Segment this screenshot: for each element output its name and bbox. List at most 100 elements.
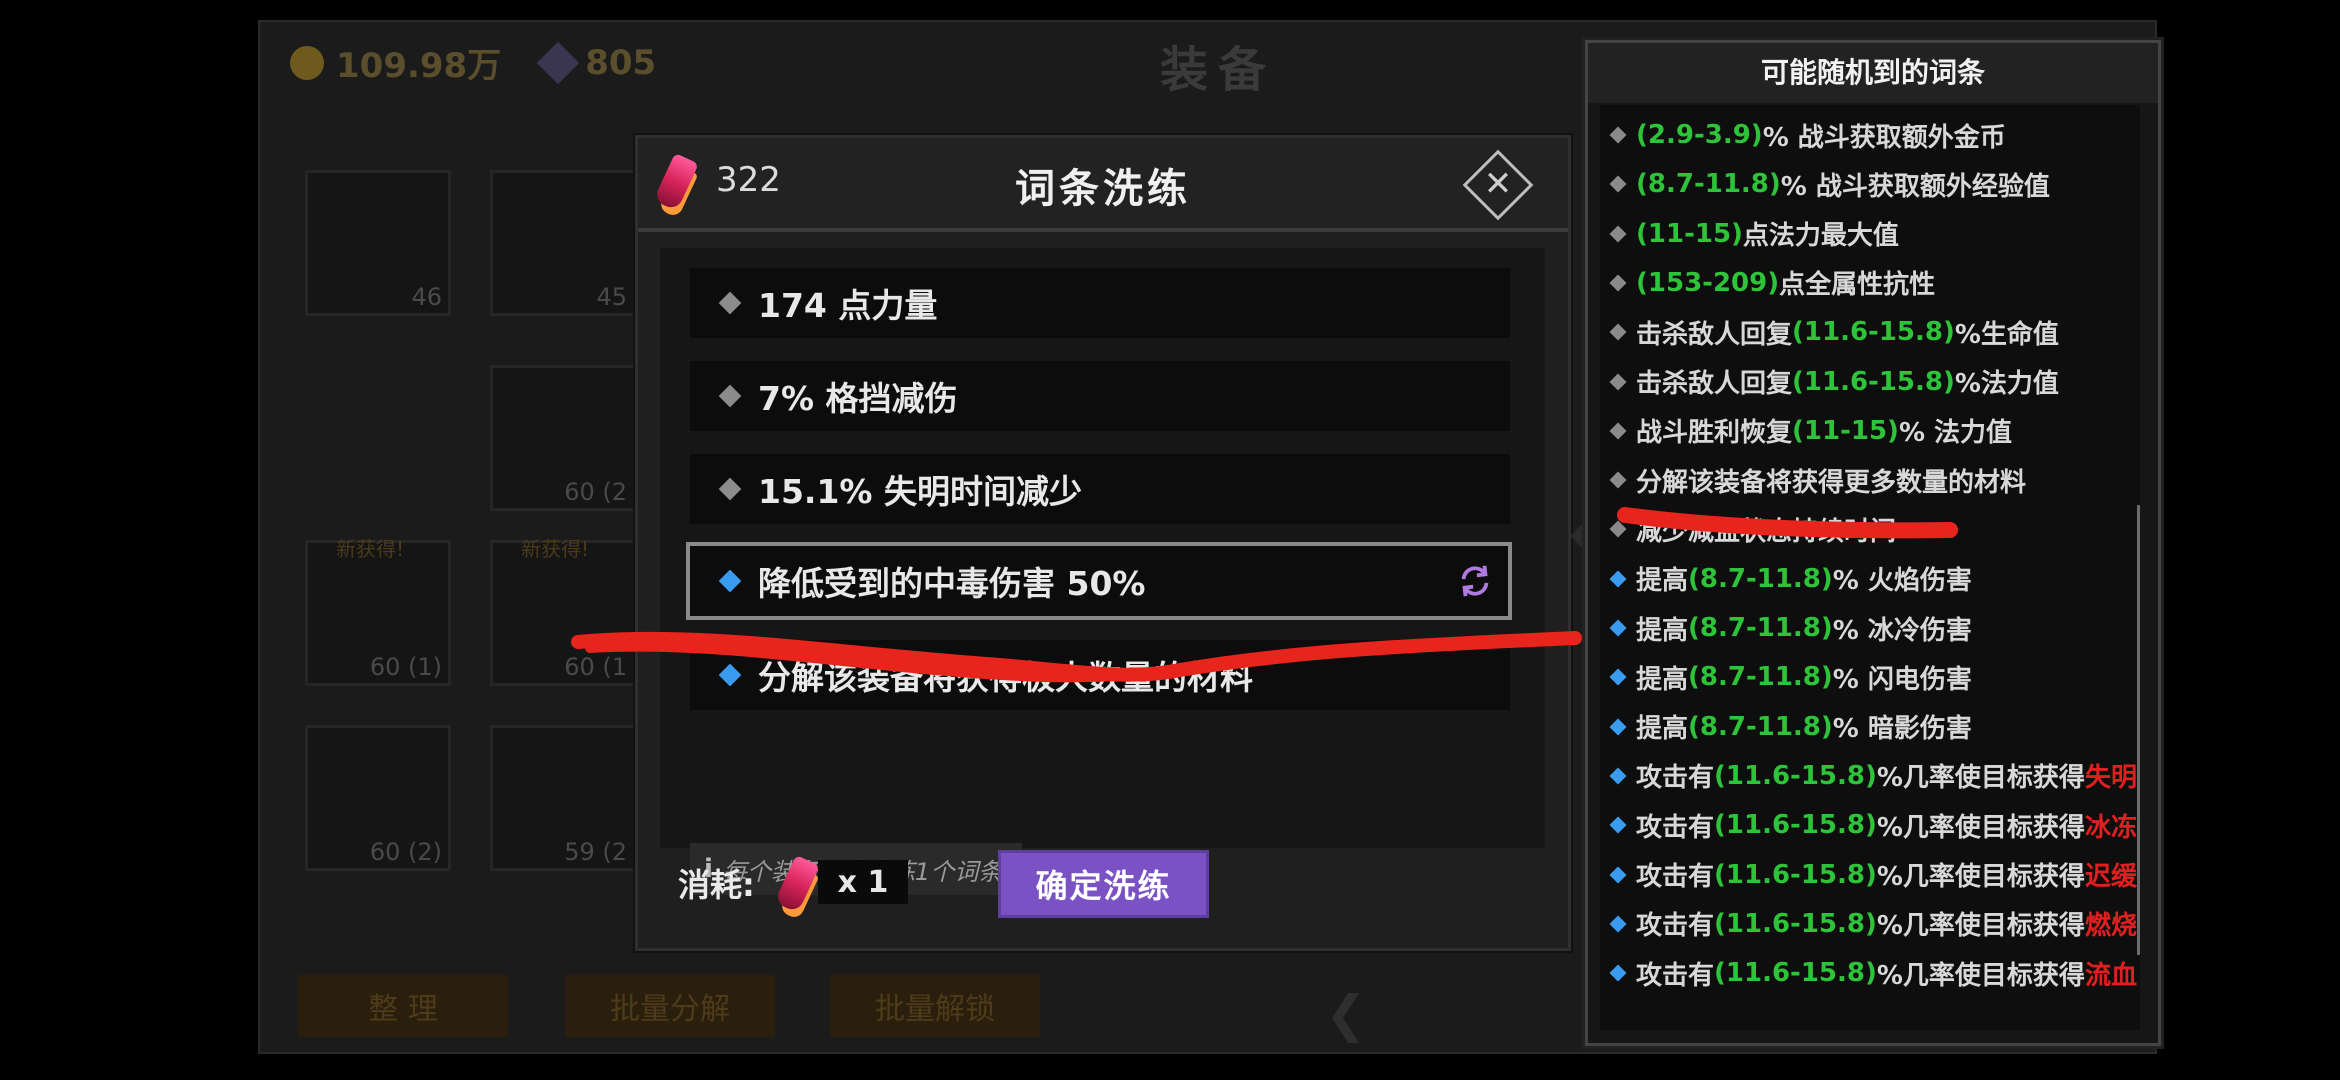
pool-affix-list[interactable]: (2.9-3.9)% 战斗获取额外金币 (8.7-11.8)% 战斗获取额外经验值… [1600, 105, 2140, 1030]
batch-dismantle-button[interactable]: 批量分解 [565, 975, 775, 1037]
pool-affix-text-part: % 战斗获取额外经验值 [1780, 171, 2050, 202]
diamond-bullet-icon [718, 384, 742, 408]
affix-row-selected[interactable]: 降低受到的中毒伤害 50% [686, 542, 1512, 620]
pool-affix-text-part: (11.6-15.8) [1792, 317, 1955, 348]
pool-affix-row: 攻击有 (11.6-15.8) %几率使目标获得 流血 [1609, 951, 2137, 995]
pool-affix-row: 分解该装备将获得更多数量的材料 [1609, 458, 2027, 502]
equipment-slot[interactable]: 60 (2) [305, 725, 451, 871]
pool-affix-text-part: 减少减益状态持续时间 [1636, 516, 1897, 547]
pool-affix-text-part: (8.7-11.8) [1688, 613, 1833, 643]
pool-affix-text-part: 提高 [1636, 714, 1689, 745]
diamond-bullet-icon [1609, 570, 1627, 588]
pool-affix-row: 战斗胜利恢复 (11-15)% 法力值 [1609, 409, 2013, 453]
pool-title: 可能随机到的词条 [1588, 43, 2158, 103]
pool-affix-text-part: 点全属性抗性 [1779, 270, 1936, 301]
pool-affix-text-part: 击杀敌人回复 [1636, 369, 1793, 399]
pool-affix-text-part: (11-15) [1792, 415, 1899, 446]
affix-row[interactable]: 174 点力量 [690, 268, 1510, 338]
affix-row[interactable]: 15.1% 失明时间减少 [690, 454, 1510, 524]
diamond-bullet-icon [1609, 471, 1627, 489]
pool-affix-text-part: (8.7-11.8) [1688, 662, 1833, 693]
pool-affix-text-part: (11.6-15.8) [1714, 810, 1877, 841]
dialog-header: 322 词条洗练 ✕ [638, 138, 1568, 232]
pool-affix-text-part: (11.6-15.8) [1714, 760, 1877, 791]
equipment-slot[interactable]: 45 [490, 170, 636, 316]
pool-affix-row: 提高 (8.7-11.8)% 暗影伤害 [1609, 705, 1972, 749]
sort-button[interactable]: 整 理 [298, 975, 508, 1037]
diamond-bullet-icon [1609, 915, 1627, 933]
pool-affix-text-part: 攻击有 [1636, 763, 1715, 794]
diamond-bullet-icon [718, 569, 742, 593]
diamond-bullet-icon [718, 291, 742, 315]
diamond-bullet-icon [1609, 225, 1627, 243]
pool-affix-text-part: %几率使目标获得 [1876, 763, 2085, 794]
pool-affix-text-part: (8.7-11.8) [1688, 711, 1833, 742]
affix-text: 174 点力量 [758, 286, 938, 325]
cost-label: 消耗: [678, 866, 755, 904]
pool-affix-row: 提高 (8.7-11.8)% 冰冷伤害 [1609, 606, 1972, 650]
pool-affix-text-part: 战斗胜利恢复 [1636, 418, 1793, 449]
diamond-bullet-icon [1609, 126, 1627, 144]
pool-affix-row: (2.9-3.9)% 战斗获取额外金币 [1609, 113, 2006, 157]
pool-affix-text-part: 提高 [1636, 615, 1689, 646]
refresh-icon[interactable] [1456, 562, 1494, 600]
pool-affix-text-part: (11.6-15.8) [1714, 859, 1877, 890]
equipment-slot[interactable]: 59 (2 [490, 725, 636, 871]
gold-coin-icon [290, 45, 324, 80]
affix-text: 15.1% 失明时间减少 [758, 472, 1082, 511]
pool-affix-row: (11-15) 点法力最大值 [1609, 212, 1899, 256]
affix-row[interactable]: 分解该装备将获得极大数量的材料 [690, 640, 1510, 710]
pool-affix-text-part: 攻击有 [1636, 960, 1715, 991]
pool-affix-text-part: 攻击有 [1636, 911, 1715, 942]
pool-affix-row: 攻击有 (11.6-15.8) %几率使目标获得 冰冻 [1609, 803, 2137, 847]
diamond-bullet-icon [718, 477, 742, 501]
pool-affix-text-part: 攻击有 [1636, 812, 1715, 843]
panel-pointer [1570, 520, 1586, 552]
pool-affix-row: 攻击有 (11.6-15.8) %几率使目标获得 燃烧 [1609, 902, 2137, 946]
pool-affix-text-part: 分解该装备将获得更多数量的材料 [1636, 467, 2027, 498]
affix-pool-panel: 可能随机到的词条 (2.9-3.9)% 战斗获取额外金币 (8.7-11.8)% … [1585, 40, 2161, 1046]
affix-row[interactable]: 7% 格挡减伤 [690, 361, 1510, 431]
pool-affix-text-part: %生命值 [1954, 319, 2059, 350]
currency-bar: 109.98万 805 [290, 35, 656, 90]
diamond-bullet-icon [1609, 668, 1627, 686]
diamond-bullet-icon [1609, 274, 1627, 292]
pool-affix-text-part: %几率使目标获得 [1876, 812, 2085, 843]
diamond-bullet-icon [1609, 718, 1627, 736]
pool-affix-text-part: 流血 [2084, 960, 2137, 991]
diamond-bullet-icon [1609, 866, 1627, 883]
pool-affix-row: 提高 (8.7-11.8)% 火焰伤害 [1609, 557, 1972, 601]
gold-amount: 109.98万 [336, 46, 502, 86]
pool-affix-row: 击杀敌人回复 (11.6-15.8) %法力值 [1609, 360, 2059, 404]
diamond-bullet-icon [1609, 422, 1627, 440]
pool-affix-text-part: %几率使目标获得 [1876, 862, 2085, 892]
pool-affix-text-part: 击杀敌人回复 [1636, 319, 1793, 350]
pool-affix-row: (153-209) 点全属性抗性 [1609, 261, 1936, 305]
gem-icon [536, 41, 580, 84]
pool-affix-text-part: 冰冻 [2084, 812, 2137, 843]
equipment-slot[interactable]: 新获得! 60 (1 [490, 537, 636, 686]
pool-affix-text-part: % 法力值 [1898, 418, 2013, 449]
pool-affix-text-part: 迟缓 [2084, 862, 2137, 892]
equipment-slot[interactable]: 60 (2 [490, 365, 636, 511]
diamond-bullet-icon [1609, 520, 1627, 538]
confirm-reroll-button[interactable]: 确定洗练 [998, 850, 1209, 918]
pool-affix-text-part: 失明 [2084, 763, 2137, 794]
pool-affix-text-part: (8.7-11.8) [1636, 169, 1781, 200]
dialog-title: 词条洗练 [1015, 166, 1191, 212]
equipment-slot[interactable]: 46 [305, 170, 451, 316]
chevron-left-icon[interactable]: ❮ [1325, 985, 1367, 1043]
pool-affix-text-part: % 战斗获取额外金币 [1762, 122, 2006, 153]
pool-affix-text-part: % 火焰伤害 [1832, 566, 1972, 597]
affix-text: 7% 格挡减伤 [758, 379, 958, 418]
scrollbar[interactable] [2137, 505, 2140, 955]
pool-affix-text-part: 攻击有 [1636, 862, 1715, 892]
equipment-slot[interactable]: 新获得! 60 (1) [305, 537, 451, 686]
pool-affix-text-part: %几率使目标获得 [1876, 960, 2085, 991]
close-icon: ✕ [1483, 164, 1513, 204]
pool-affix-text-part: 点法力最大值 [1742, 221, 1899, 252]
pool-affix-text-part: (153-209) [1636, 267, 1780, 298]
batch-unlock-button[interactable]: 批量解锁 [830, 975, 1040, 1037]
pool-affix-row: 减少减益状态持续时间 [1609, 507, 1897, 551]
gem-amount: 805 [585, 42, 657, 83]
